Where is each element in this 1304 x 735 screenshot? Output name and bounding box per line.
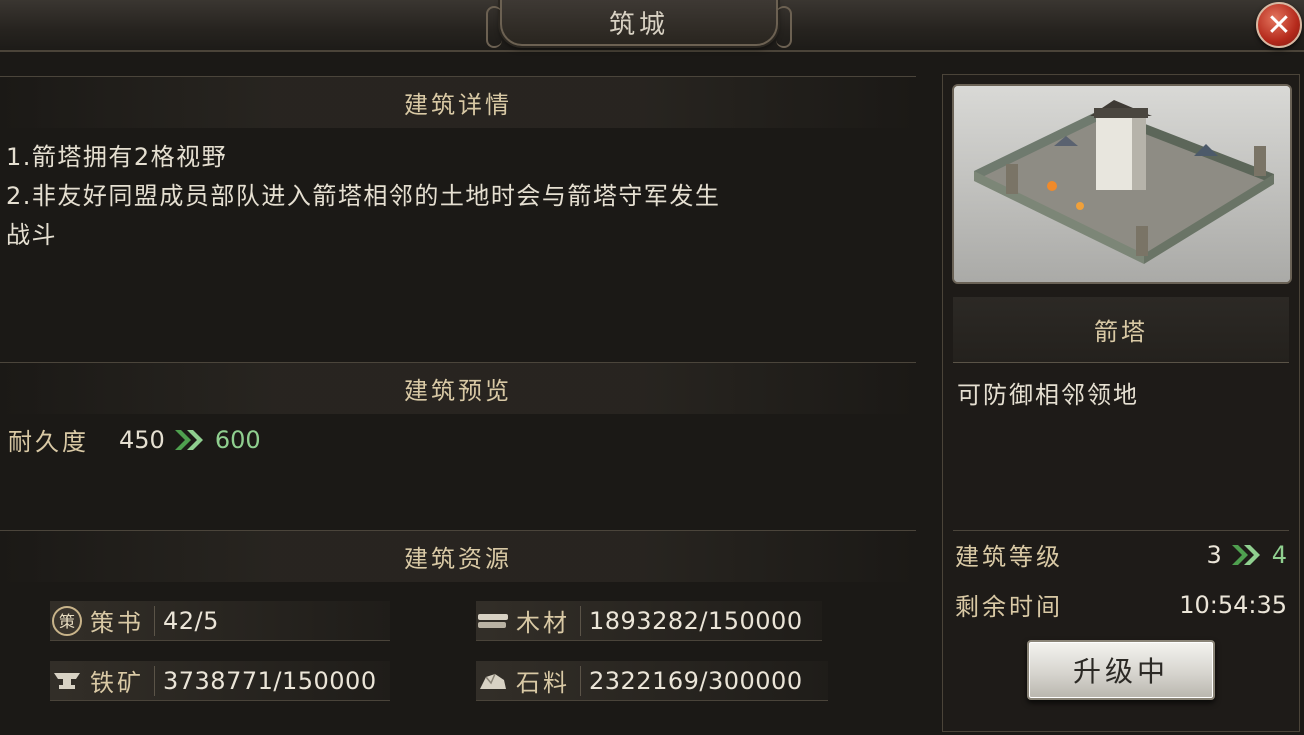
remaining-time-row: 剩余时间 10:54:35 (955, 587, 1287, 622)
building-preview-image (952, 84, 1292, 284)
divider (953, 530, 1289, 531)
anvil-icon (50, 664, 84, 698)
building-level-values: 3 4 (1206, 541, 1287, 569)
resource-value: 3738771/150000 (163, 666, 377, 695)
detail-header: 建筑详情 (404, 91, 512, 119)
double-chevron-right-icon (1230, 543, 1264, 567)
close-icon: ✕ (1266, 7, 1292, 43)
info-panel: 建筑详情 1.箭塔拥有2格视野 2.非友好同盟成员部队进入箭塔相邻的土地时会与箭… (0, 52, 916, 735)
remaining-time-value: 10:54:35 (1179, 590, 1287, 619)
durability-row: 耐久度 450 600 (8, 422, 261, 457)
building-name: 箭塔 (1094, 318, 1148, 346)
building-level-row: 建筑等级 3 4 (955, 537, 1287, 572)
detail-section-header: 建筑详情 (0, 76, 916, 128)
durability-label: 耐久度 (8, 428, 89, 456)
resource-item-stone: 石料 2322169/300000 (476, 661, 828, 701)
resource-item-iron: 铁矿 3738771/150000 (50, 661, 390, 701)
detail-description: 1.箭塔拥有2格视野 2.非友好同盟成员部队进入箭塔相邻的土地时会与箭塔守军发生… (6, 138, 911, 255)
wood-icon (476, 604, 510, 638)
building-level-next: 4 (1271, 540, 1287, 569)
resource-value: 1893282/150000 (589, 606, 803, 635)
resources-header: 建筑资源 (404, 545, 512, 573)
detail-line: 2.非友好同盟成员部队进入箭塔相邻的土地时会与箭塔守军发生 (6, 182, 721, 210)
resource-name: 木材 (516, 609, 570, 637)
title-plate: 筑城 (486, 0, 792, 48)
preview-section-header: 建筑预览 (0, 362, 916, 414)
building-description: 可防御相邻领地 (957, 381, 1139, 409)
resources-section-header: 建筑资源 (0, 530, 916, 582)
resource-item-book: 策 策书 42/5 (50, 601, 390, 641)
resource-divider (154, 605, 155, 636)
building-level-label: 建筑等级 (955, 543, 1063, 571)
detail-line: 战斗 (6, 221, 57, 249)
resource-name: 策书 (90, 609, 144, 637)
building-level-current: 3 (1206, 540, 1222, 569)
resource-name: 石料 (516, 669, 570, 697)
title-bar: 筑城 ✕ (0, 0, 1304, 52)
book-seal-icon: 策 (50, 604, 84, 638)
resource-divider (154, 665, 155, 696)
window-title: 筑城 (608, 9, 669, 40)
resource-item-wood: 木材 1893282/150000 (476, 601, 822, 641)
building-panel: 箭塔 可防御相邻领地 建筑等级 3 4 剩余时间 10:54:35 升级中 (942, 74, 1300, 732)
resource-value: 2322169/300000 (589, 666, 803, 695)
remaining-time-label: 剩余时间 (955, 593, 1063, 621)
resource-divider (580, 665, 581, 696)
durability-current: 450 (119, 425, 165, 454)
double-chevron-right-icon (173, 428, 207, 452)
close-button[interactable]: ✕ (1256, 2, 1302, 48)
svg-text:策: 策 (59, 612, 75, 631)
resource-divider (580, 605, 581, 636)
building-name-box: 箭塔 (953, 297, 1289, 363)
detail-line: 1.箭塔拥有2格视野 (6, 143, 228, 171)
durability-next: 600 (214, 425, 261, 454)
preview-header: 建筑预览 (404, 377, 512, 405)
upgrade-button[interactable]: 升级中 (1027, 640, 1215, 700)
stone-icon (476, 664, 510, 698)
resource-name: 铁矿 (90, 669, 144, 697)
resource-value: 42/5 (163, 606, 219, 635)
